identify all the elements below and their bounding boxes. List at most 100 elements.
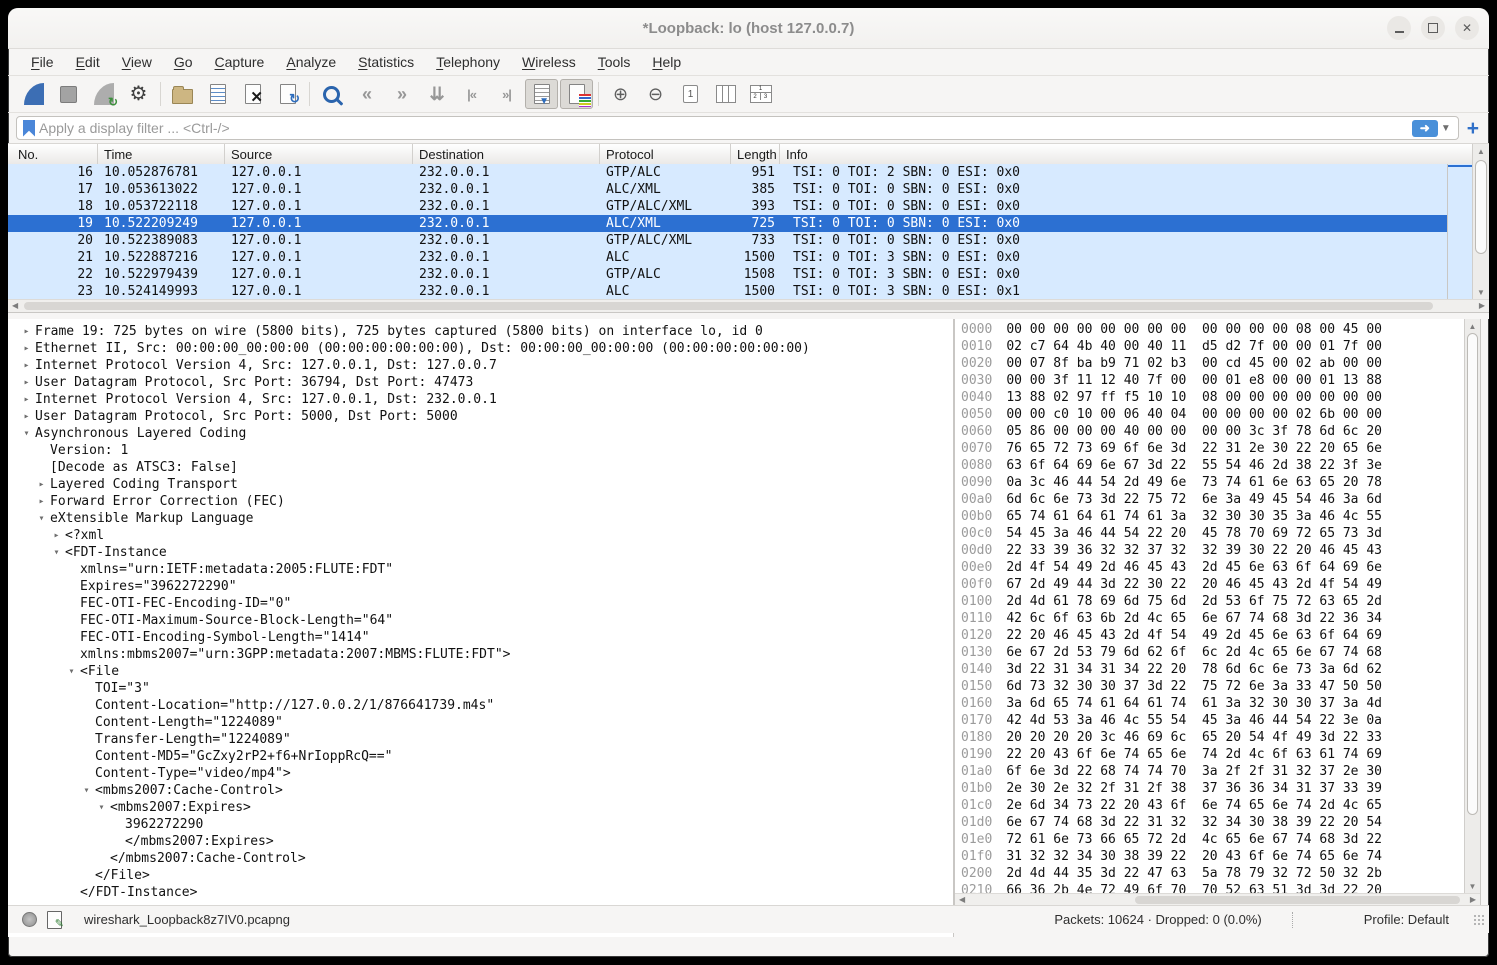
menu-tools[interactable]: Tools	[589, 52, 640, 72]
tree-expanded-icon[interactable]: ▾	[48, 544, 65, 561]
hex-bytes[interactable]: 2d 4d 61 78 69 6d 75 6d 2d 53 6f 75 72 6…	[1006, 594, 1382, 609]
menu-capture[interactable]: Capture	[206, 52, 274, 72]
menu-go[interactable]: Go	[165, 52, 202, 72]
go-to-packet-button[interactable]: ⇊	[420, 79, 453, 109]
hex-row[interactable]: 0110 42 6c 6f 63 6b 2d 4c 65 6e 67 74 68 …	[961, 610, 1464, 627]
hex-bytes[interactable]: 6d 6c 6e 73 3d 22 75 72 6e 3a 49 45 54 4…	[1006, 492, 1382, 507]
hex-bytes[interactable]: 00 07 8f ba b9 71 02 b3 00 cd 45 00 02 a…	[1006, 356, 1382, 371]
first-packet-button[interactable]: |«	[455, 79, 488, 109]
hex-bytes[interactable]: 54 45 3a 46 44 54 22 20 45 78 70 69 72 6…	[1006, 526, 1382, 541]
hex-bytes[interactable]: 20 20 20 20 3c 46 69 6c 65 20 54 4f 49 3…	[1006, 730, 1382, 745]
hex-bytes[interactable]: 6f 6e 3d 22 68 74 74 70 3a 2f 2f 31 32 3…	[1006, 764, 1382, 779]
tree-expanded-icon[interactable]: ▾	[78, 782, 95, 799]
hex-row[interactable]: 01f0 31 32 32 34 30 38 39 22 20 43 6f 6e …	[961, 848, 1464, 865]
add-filter-button-icon[interactable]: +	[1465, 118, 1481, 139]
minimize-button[interactable]	[1387, 16, 1411, 40]
scroll-down-icon[interactable]: ▼	[1465, 882, 1480, 891]
menu-view[interactable]: View	[113, 52, 161, 72]
hex-row[interactable]: 00c0 54 45 3a 46 44 54 22 20 45 78 70 69 …	[961, 525, 1464, 542]
hex-row[interactable]: 0020 00 07 8f ba b9 71 02 b3 00 cd 45 00 …	[961, 355, 1464, 372]
menu-analyze[interactable]: Analyze	[277, 52, 345, 72]
packet-row-22[interactable]: 22 10.522979439 127.0.0.1 232.0.0.1 GTP/ALC 1…	[8, 266, 1448, 283]
hex-bytes[interactable]: 3d 22 31 34 31 34 22 20 78 6d 6c 6e 73 3…	[1006, 662, 1382, 677]
detail-row[interactable]: FEC-OTI-Encoding-Symbol-Length="1414"	[8, 629, 953, 646]
tree-collapsed-icon[interactable]: ▸	[18, 391, 35, 408]
detail-row[interactable]: </FDT-Instance>	[8, 884, 953, 901]
scroll-up-icon[interactable]: ▲	[1465, 322, 1480, 331]
packet-row-16[interactable]: 16 10.052876781 127.0.0.1 232.0.0.1 GTP/ALC 9…	[8, 164, 1448, 181]
packet-row-23[interactable]: 23 10.524149993 127.0.0.1 232.0.0.1 ALC 1500 T…	[8, 283, 1448, 300]
detail-row[interactable]: Version: 1	[8, 442, 953, 459]
zoom-out-button[interactable]: ⊖	[639, 79, 672, 109]
hex-bytes[interactable]: 2d 4d 44 35 3d 22 47 63 5a 78 79 32 72 5…	[1006, 866, 1382, 881]
hex-row[interactable]: 0130 6e 67 2d 53 79 6d 62 6f 6c 2d 4c 65 …	[961, 644, 1464, 661]
packet-list-hscrollbar[interactable]: ◀ ▶	[8, 299, 1489, 312]
auto-scroll-button[interactable]: ▼	[525, 79, 558, 109]
scroll-up-icon[interactable]: ▲	[1473, 147, 1489, 156]
detail-row[interactable]: ▾ eXtensible Markup Language	[8, 510, 953, 527]
close-button[interactable]: ✕	[1455, 16, 1479, 40]
menu-wireless[interactable]: Wireless	[513, 52, 585, 72]
tree-expanded-icon[interactable]: ▾	[93, 799, 110, 816]
hex-bytes[interactable]: 3a 6d 65 74 61 64 61 74 61 3a 32 30 30 3…	[1006, 696, 1382, 711]
hex-row[interactable]: 00f0 67 2d 49 44 3d 22 30 22 20 46 45 43 …	[961, 576, 1464, 593]
detail-row[interactable]: ▸ <?xml	[8, 527, 953, 544]
last-packet-button[interactable]: »|	[490, 79, 523, 109]
detail-row[interactable]: </File>	[8, 867, 953, 884]
detail-row[interactable]: xmlns:mbms2007="urn:3GPP:metadata:2007:M…	[8, 646, 953, 663]
apply-filter-button[interactable]: ➜	[1411, 119, 1438, 137]
hex-vscroll-thumb[interactable]	[1467, 333, 1478, 815]
menu-help[interactable]: Help	[643, 52, 690, 72]
resize-columns-button[interactable]	[709, 79, 742, 109]
tree-collapsed-icon[interactable]: ▸	[48, 527, 65, 544]
column-header-length[interactable]: Length	[731, 144, 780, 164]
colorize-button[interactable]	[560, 79, 593, 109]
scroll-right-icon[interactable]: ▶	[1479, 301, 1485, 310]
detail-row[interactable]: ▸ Layered Coding Transport	[8, 476, 953, 493]
hex-vscrollbar[interactable]: ▲ ▼	[1464, 319, 1480, 894]
hex-row[interactable]: 0090 0a 3c 46 44 54 2d 49 6e 73 74 61 6e …	[961, 474, 1464, 491]
hex-bytes[interactable]: 22 33 39 36 32 32 37 32 32 39 30 22 20 4…	[1006, 543, 1382, 558]
column-header-no[interactable]: No.	[8, 144, 98, 164]
hex-row[interactable]: 0010 02 c7 64 4b 40 00 40 11 d5 d2 7f 00 …	[961, 338, 1464, 355]
column-header-source[interactable]: Source	[225, 144, 413, 164]
packet-list-vscroll-thumb[interactable]	[1475, 160, 1487, 254]
hex-row[interactable]: 0070 76 65 72 73 69 6f 6e 3d 22 31 2e 30 …	[961, 440, 1464, 457]
tree-expanded-icon[interactable]: ▾	[33, 510, 50, 527]
restart-capture-button[interactable]: ↻	[87, 79, 120, 109]
hex-row[interactable]: 01d0 6e 67 74 68 3d 22 31 32 32 34 30 38 …	[961, 814, 1464, 831]
hex-row[interactable]: 00e0 2d 4f 54 49 2d 46 45 43 2d 45 6e 63 …	[961, 559, 1464, 576]
packet-row-19[interactable]: 19 10.522209249 127.0.0.1 232.0.0.1 ALC/XML 7…	[8, 215, 1448, 232]
detail-row[interactable]: TOI="3"	[8, 680, 953, 697]
hex-bytes[interactable]: 2e 6d 34 73 22 20 43 6f 6e 74 65 6e 74 2…	[1006, 798, 1382, 813]
hex-bytes[interactable]: 00 00 00 00 00 00 00 00 00 00 00 00 08 0…	[1006, 322, 1382, 337]
scroll-left-icon[interactable]: ◀	[959, 895, 965, 904]
display-filter-input[interactable]: Apply a display filter ... <Ctrl-/> ➜ ▼	[16, 116, 1459, 140]
column-header-destination[interactable]: Destination	[413, 144, 600, 164]
menu-statistics[interactable]: Statistics	[349, 52, 423, 72]
detail-row[interactable]: xmlns="urn:IETF:metadata:2005:FLUTE:FDT"	[8, 561, 953, 578]
go-forward-button[interactable]: »	[385, 79, 418, 109]
hex-row[interactable]: 0120 22 20 46 45 43 2d 4f 54 49 2d 45 6e …	[961, 627, 1464, 644]
hex-bytes[interactable]: 00 00 3f 11 12 40 7f 00 00 01 e8 00 00 0…	[1006, 373, 1382, 388]
scroll-down-icon[interactable]: ▼	[1473, 288, 1489, 297]
capture-comment-icon[interactable]	[47, 910, 64, 930]
column-header-time[interactable]: Time	[98, 144, 225, 164]
packet-list-vscrollbar[interactable]: ▲ ▼	[1472, 144, 1489, 300]
packet-row-20[interactable]: 20 10.522389083 127.0.0.1 232.0.0.1 GTP/ALC/…	[8, 232, 1448, 249]
detail-row[interactable]: FEC-OTI-FEC-Encoding-ID="0"	[8, 595, 953, 612]
detail-row[interactable]: </mbms2007:Expires>	[8, 833, 953, 850]
hex-row[interactable]: 0160 3a 6d 65 74 61 64 61 74 61 3a 32 30 …	[961, 695, 1464, 712]
hex-bytes[interactable]: 65 74 61 64 61 74 61 3a 32 30 30 35 3a 4…	[1006, 509, 1382, 524]
hex-bytes[interactable]: 6d 73 32 30 30 37 3d 22 75 72 6e 3a 33 4…	[1006, 679, 1382, 694]
hex-row[interactable]: 0030 00 00 3f 11 12 40 7f 00 00 01 e8 00 …	[961, 372, 1464, 389]
detail-row[interactable]: ▸ Forward Error Correction (FEC)	[8, 493, 953, 510]
scroll-right-icon[interactable]: ▶	[1470, 895, 1476, 904]
detail-row[interactable]: ▸ User Datagram Protocol, Src Port: 36794…	[8, 374, 953, 391]
detail-row[interactable]: </mbms2007:Cache-Control>	[8, 850, 953, 867]
detail-row[interactable]: ▾ <mbms2007:Cache-Control>	[8, 782, 953, 799]
packet-row-18[interactable]: 18 10.053722118 127.0.0.1 232.0.0.1 GTP/ALC/…	[8, 198, 1448, 215]
save-file-button[interactable]	[201, 79, 234, 109]
detail-row[interactable]: 3962272290	[8, 816, 953, 833]
packet-row-17[interactable]: 17 10.053613022 127.0.0.1 232.0.0.1 ALC/XML 3…	[8, 181, 1448, 198]
